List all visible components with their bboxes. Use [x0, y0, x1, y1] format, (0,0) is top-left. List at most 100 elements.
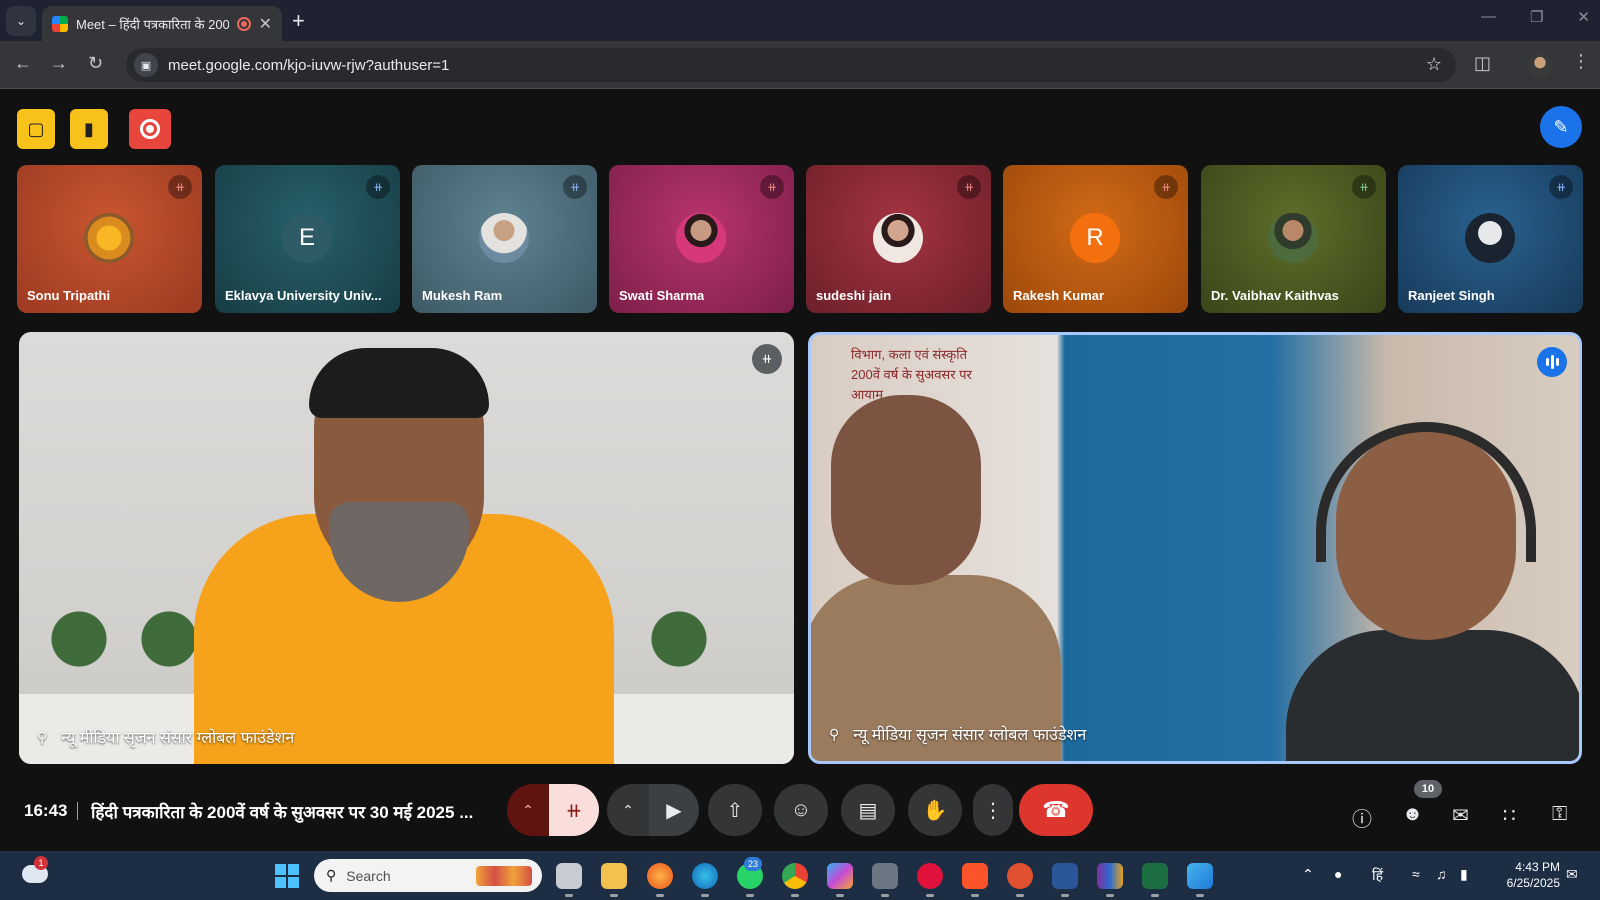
captions-button[interactable]: ▤ [841, 784, 895, 836]
meet-favicon-icon [52, 15, 68, 32]
record-icon [140, 119, 160, 139]
wifi-icon[interactable]: ≈ [1412, 866, 1420, 882]
calculator-icon[interactable] [872, 863, 898, 897]
photos-icon[interactable] [1187, 863, 1213, 897]
main-video-tile-right[interactable]: विभाग, कला एवं संस्कृति 200वें वर्ष के सु… [808, 332, 1582, 764]
mic-muted-icon: ⧺ [1154, 175, 1178, 199]
people-icon[interactable]: ☻ [1402, 803, 1423, 826]
phone-hangup-icon: ☎ [1042, 797, 1070, 822]
browser-tab-meet[interactable]: Meet – हिंदी पत्रकारिता के 200 ✕ [42, 6, 282, 41]
winrar-icon[interactable] [1097, 863, 1123, 897]
host-controls-button[interactable]: ▮ [70, 109, 108, 149]
mic-muted-icon: ⧺ [168, 175, 192, 199]
tab-search-button[interactable]: ⌄ [6, 6, 36, 36]
vivaldi-icon[interactable] [917, 863, 943, 897]
new-tab-button[interactable]: + [292, 8, 305, 34]
site-info-icon[interactable]: ▣ [134, 53, 158, 77]
start-button[interactable] [275, 864, 299, 888]
camera-icon: ▶ [666, 799, 682, 822]
speaking-indicator-icon [1537, 347, 1567, 377]
more-options-button[interactable]: ⋮ [973, 784, 1013, 836]
profile-avatar[interactable] [1528, 53, 1552, 77]
camera-off-indicator-button[interactable]: ▢ [17, 109, 55, 149]
forward-icon[interactable]: → [50, 53, 68, 74]
taskbar-search[interactable]: ⚲ Search [314, 859, 542, 892]
volume-icon[interactable]: ♫ [1436, 866, 1447, 882]
mic-muted-icon: ⧺ [563, 175, 587, 199]
address-bar[interactable]: ▣ meet.google.com/kjo-iuvw-rjw?authuser=… [126, 48, 1456, 82]
bookmark-star-icon[interactable]: ☆ [1426, 54, 1442, 75]
word-icon[interactable] [1052, 863, 1078, 897]
main-video-tile-left[interactable]: ⧺ ⚲ न्यू मीडिया सृजन संसार ग्लोबल फाउंडे… [19, 332, 794, 764]
captions-group: ▤ [841, 784, 895, 836]
browser-menu-icon[interactable]: ⋮ [1572, 51, 1590, 72]
pen-icon: ✎ [1553, 116, 1569, 137]
meeting-info-icon[interactable]: ⓘ [1352, 803, 1372, 832]
pin-icon: ⚲ [829, 725, 840, 742]
close-window-icon[interactable]: ✕ [1577, 8, 1590, 26]
restore-icon[interactable]: ❐ [1530, 8, 1543, 26]
meeting-title: हिंदी पत्रकारिता के 200वें वर्ष के सुअवस… [91, 803, 474, 822]
search-placeholder: Search [346, 867, 391, 884]
edge-icon[interactable] [692, 863, 718, 897]
participant-tile[interactable]: ⧺ Swati Sharma [609, 165, 794, 313]
host-controls-icon[interactable]: ⚿ [1552, 803, 1567, 826]
participant-tile[interactable]: ⧺ E Eklavya University Univ... [215, 165, 400, 313]
chat-icon[interactable]: ✉ [1452, 803, 1469, 828]
notification-center-icon[interactable]: ✉ [1566, 866, 1578, 883]
firefox-icon[interactable] [647, 863, 673, 897]
raise-hand-group: ✋ [908, 784, 962, 836]
tab-title: Meet – हिंदी पत्रकारिता के 200 [76, 16, 229, 32]
present-screen-button[interactable]: ⇧ [708, 784, 762, 836]
participant-tile[interactable]: ⧺ Mukesh Ram [412, 165, 597, 313]
participant-name: Swati Sharma [619, 288, 705, 303]
participant-name: Sonu Tripathi [27, 288, 111, 303]
meet-stage: ▢ ▮ ✎ ⧺ Sonu Tripathi ⧺ E Eklavya Univer… [0, 89, 1600, 851]
chrome-icon[interactable] [782, 863, 808, 897]
door-icon: ▮ [84, 118, 94, 139]
recording-button[interactable] [129, 109, 171, 149]
activities-icon[interactable]: ∷ [1503, 803, 1516, 828]
microphone-icon[interactable]: ● [1334, 866, 1342, 882]
audio-options-button[interactable]: ⌃ [507, 784, 549, 836]
language-icon[interactable]: हिं [1372, 866, 1383, 885]
participant-tile[interactable]: ⧺ sudeshi jain [806, 165, 991, 313]
video-options-button[interactable]: ⌃ [607, 784, 649, 836]
reactions-button[interactable]: ☺ [774, 784, 828, 836]
copilot-icon[interactable] [827, 863, 853, 897]
file-explorer-icon[interactable] [601, 863, 627, 897]
participant-tile[interactable]: ⧺ Ranjeet Singh [1398, 165, 1583, 313]
toggle-mic-button[interactable]: ⧺ [549, 784, 599, 836]
raise-hand-button[interactable]: ✋ [908, 784, 962, 836]
browser-tab-bar: ⌄ Meet – हिंदी पत्रकारिता के 200 ✕ + — ❐… [0, 0, 1600, 41]
mic-muted-icon: ⧺ [752, 344, 782, 374]
excel-icon[interactable] [1142, 863, 1168, 897]
reload-icon[interactable]: ↻ [88, 53, 103, 74]
avatar [479, 213, 529, 263]
task-view-icon[interactable] [556, 863, 582, 897]
reactions-group: ☺ [774, 784, 828, 836]
toggle-camera-button[interactable]: ▶ [649, 784, 699, 836]
brave-icon[interactable] [962, 863, 988, 897]
participant-name: Dr. Vaibhav Kaithvas [1211, 288, 1339, 303]
back-icon[interactable]: ← [14, 53, 32, 74]
duckduckgo-icon[interactable] [1007, 863, 1033, 897]
extensions-icon[interactable]: ◫ [1474, 53, 1491, 74]
minimize-icon[interactable]: — [1481, 8, 1496, 26]
end-call-button[interactable]: ☎ [1019, 784, 1093, 836]
participant-tile[interactable]: ⧺ R Rakesh Kumar [1003, 165, 1188, 313]
taskbar-clock[interactable]: 4:43 PM 6/25/2025 [1496, 859, 1560, 891]
tile-name: न्यू मीडिया सृजन संसार ग्लोबल फाउंडेशन [853, 727, 1087, 744]
window-controls: — ❐ ✕ [1481, 8, 1590, 26]
mic-muted-icon: ⧺ [1549, 175, 1573, 199]
video-background [39, 584, 119, 694]
participant-tile[interactable]: ⧺ Dr. Vaibhav Kaithvas [1201, 165, 1386, 313]
annotate-button[interactable]: ✎ [1540, 106, 1582, 148]
battery-icon[interactable]: ▮ [1460, 866, 1468, 883]
close-tab-icon[interactable]: ✕ [259, 14, 272, 34]
participant-tile[interactable]: ⧺ Sonu Tripathi [17, 165, 202, 313]
clock-time: 4:43 PM [1515, 860, 1560, 874]
tile-name-label: ⚲ न्यू मीडिया सृजन संसार ग्लोबल फाउंडेशन [37, 726, 294, 748]
show-hidden-icons-icon[interactable]: ⌃ [1302, 866, 1314, 883]
chevron-down-icon: ⌄ [15, 14, 27, 28]
